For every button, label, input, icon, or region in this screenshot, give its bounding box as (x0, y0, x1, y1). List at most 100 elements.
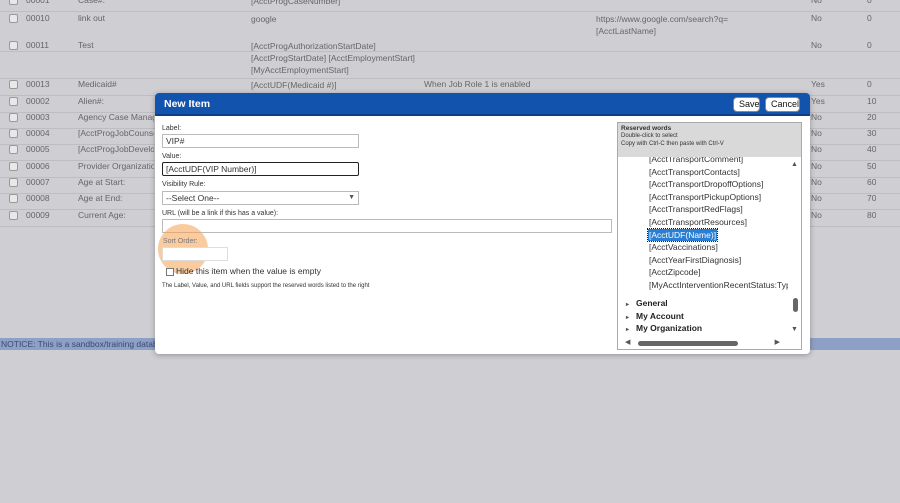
scroll-up-icon[interactable]: ▲ (791, 161, 798, 168)
label-input[interactable]: VIP# (162, 134, 359, 148)
row-id: 00005 (26, 144, 50, 154)
row-order: 70 (867, 193, 877, 203)
horizontal-scrollbar[interactable]: ◀ ▶ (618, 337, 788, 349)
row-hide: No (811, 210, 822, 220)
reserved-word-item[interactable]: [AcctVaccinations] (648, 241, 719, 253)
row-order: 0 (867, 79, 872, 89)
reserved-words-panel: Reserved words Double-click to select Co… (617, 122, 802, 350)
group-label: My Account (636, 310, 684, 321)
row-label: [AcctProgJobDevelo (78, 144, 154, 154)
table-row[interactable]: 00011 Test [AcctProgAuthorizationStartDate… (0, 39, 900, 77)
new-item-dialog: New Item Save Cancel Label: VIP# Value: … (155, 93, 810, 354)
table-row[interactable]: 00001 Case#: [AcctProgCaseNumber] No 0 (0, 0, 900, 10)
reserved-word-item[interactable]: [MyAcctInterventionRecentStatus:Typ (648, 279, 788, 291)
row-hide: No (811, 0, 822, 5)
reserved-word-item[interactable]: [AcctTransportPickupOptions] (648, 191, 762, 203)
sort-order-input[interactable] (162, 247, 228, 261)
chevron-down-icon: ▼ (348, 194, 355, 201)
row-checkbox[interactable] (9, 97, 18, 106)
reserved-words-tree[interactable]: [AcctTransportComment] [AcctTransportCont… (618, 157, 788, 337)
row-order: 50 (867, 161, 877, 171)
reserved-word-group[interactable]: ▸ General (626, 297, 668, 309)
scroll-left-icon[interactable]: ◀ (625, 338, 630, 346)
reserved-word-group[interactable]: ▸ My Organization (626, 322, 702, 334)
horizontal-scroll-thumb[interactable] (638, 341, 738, 346)
row-hide: Yes (811, 96, 825, 106)
reserved-words-note: The Label, Value, and URL fields support… (162, 283, 370, 289)
row-label: Age at Start: (78, 177, 126, 187)
url-input[interactable] (162, 219, 612, 233)
save-button[interactable]: Save (733, 97, 760, 112)
expand-icon[interactable]: ▸ (626, 324, 636, 336)
row-checkbox[interactable] (9, 194, 18, 203)
row-url: https://www.google.com/search?q=[AcctLas… (596, 14, 729, 36)
page-background (0, 350, 900, 503)
scroll-down-icon[interactable]: ▼ (791, 326, 798, 333)
reserved-word-item[interactable]: [AcctTransportContacts] (648, 166, 741, 178)
hide-when-empty-checkbox[interactable] (166, 268, 174, 276)
dialog-header: New Item Save Cancel (155, 93, 810, 116)
scroll-right-icon[interactable]: ▶ (775, 338, 780, 346)
row-checkbox[interactable] (9, 41, 18, 50)
row-checkbox[interactable] (9, 14, 18, 23)
row-id: 00006 (26, 161, 50, 171)
hide-when-empty-label: Hide this item when the value is empty (176, 266, 322, 276)
reserved-words-header: Reserved words Double-click to select Co… (618, 123, 801, 157)
row-value: [AcctUDF(Medicaid #)] (251, 80, 337, 90)
row-hide: No (811, 112, 822, 122)
row-order: 40 (867, 144, 877, 154)
row-label: Case#: (78, 0, 105, 5)
row-label: [AcctProgJobCounse (78, 128, 154, 138)
table-row[interactable]: 00013 Medicaid# [AcctUDF(Medicaid #)] When … (0, 78, 900, 94)
row-value: google (251, 14, 277, 24)
reserved-words-hint-2: Copy with Ctrl-C then paste with Ctrl-V (621, 141, 724, 147)
row-label: Agency Case Manag (78, 112, 154, 122)
row-id: 00008 (26, 193, 50, 203)
row-checkbox[interactable] (9, 145, 18, 154)
row-label: Medicaid# (78, 79, 117, 89)
value-field-label: Value: (162, 153, 182, 160)
row-checkbox[interactable] (9, 162, 18, 171)
row-id: 00010 (26, 13, 50, 23)
row-id: 00002 (26, 96, 50, 106)
row-checkbox[interactable] (9, 129, 18, 138)
row-order: 0 (867, 0, 872, 5)
row-hide: No (811, 193, 822, 203)
reserved-word-item[interactable]: [AcctTransportRedFlags] (648, 203, 744, 215)
group-label: General (636, 298, 668, 308)
row-hide: No (811, 128, 822, 138)
visibility-rule-label: Visibility Rule: (162, 181, 206, 188)
reserved-word-item[interactable]: [AcctYearFirstDiagnosis] (648, 254, 742, 266)
reserved-word-item[interactable]: [AcctTransportResources] (648, 216, 748, 228)
row-label: Alien#: (78, 96, 104, 106)
row-value: [AcctProgCaseNumber] (251, 0, 341, 6)
row-hide: No (811, 144, 822, 154)
row-order: 0 (867, 13, 872, 23)
reserved-word-item[interactable]: [AcctUDF(Name)] (646, 227, 719, 242)
cancel-button[interactable]: Cancel (765, 97, 800, 112)
vertical-scroll-thumb[interactable] (793, 298, 798, 312)
visibility-rule-select[interactable]: --Select One-- ▼ (162, 191, 359, 205)
reserved-word-item[interactable]: [AcctTransportComment] (648, 157, 744, 165)
row-checkbox[interactable] (9, 178, 18, 187)
row-id: 00009 (26, 210, 50, 220)
row-label: Test (78, 40, 94, 50)
row-checkbox[interactable] (9, 80, 18, 89)
row-checkbox[interactable] (9, 113, 18, 122)
row-order: 60 (867, 177, 877, 187)
reserved-word-item[interactable]: [AcctZipcode] (648, 266, 702, 278)
row-hide: No (811, 177, 822, 187)
row-order: 10 (867, 96, 877, 106)
row-checkbox[interactable] (9, 0, 18, 5)
row-id: 00003 (26, 112, 50, 122)
vertical-scrollbar[interactable]: ▲ ▼ (789, 159, 801, 335)
value-input[interactable]: [AcctUDF(VIP Number)] (162, 162, 359, 176)
row-id: 00013 (26, 79, 50, 89)
reserved-words-title: Reserved words (621, 125, 672, 132)
row-order: 20 (867, 112, 877, 122)
reserved-word-item[interactable]: [AcctTransportDropoffOptions] (648, 178, 764, 190)
row-value: [AcctProgAuthorizationStartDate] [AcctPr… (251, 41, 415, 75)
reserved-word-group[interactable]: ▸ My Account (626, 310, 684, 322)
row-checkbox[interactable] (9, 211, 18, 220)
sort-order-label: Sort Order: (163, 238, 198, 245)
